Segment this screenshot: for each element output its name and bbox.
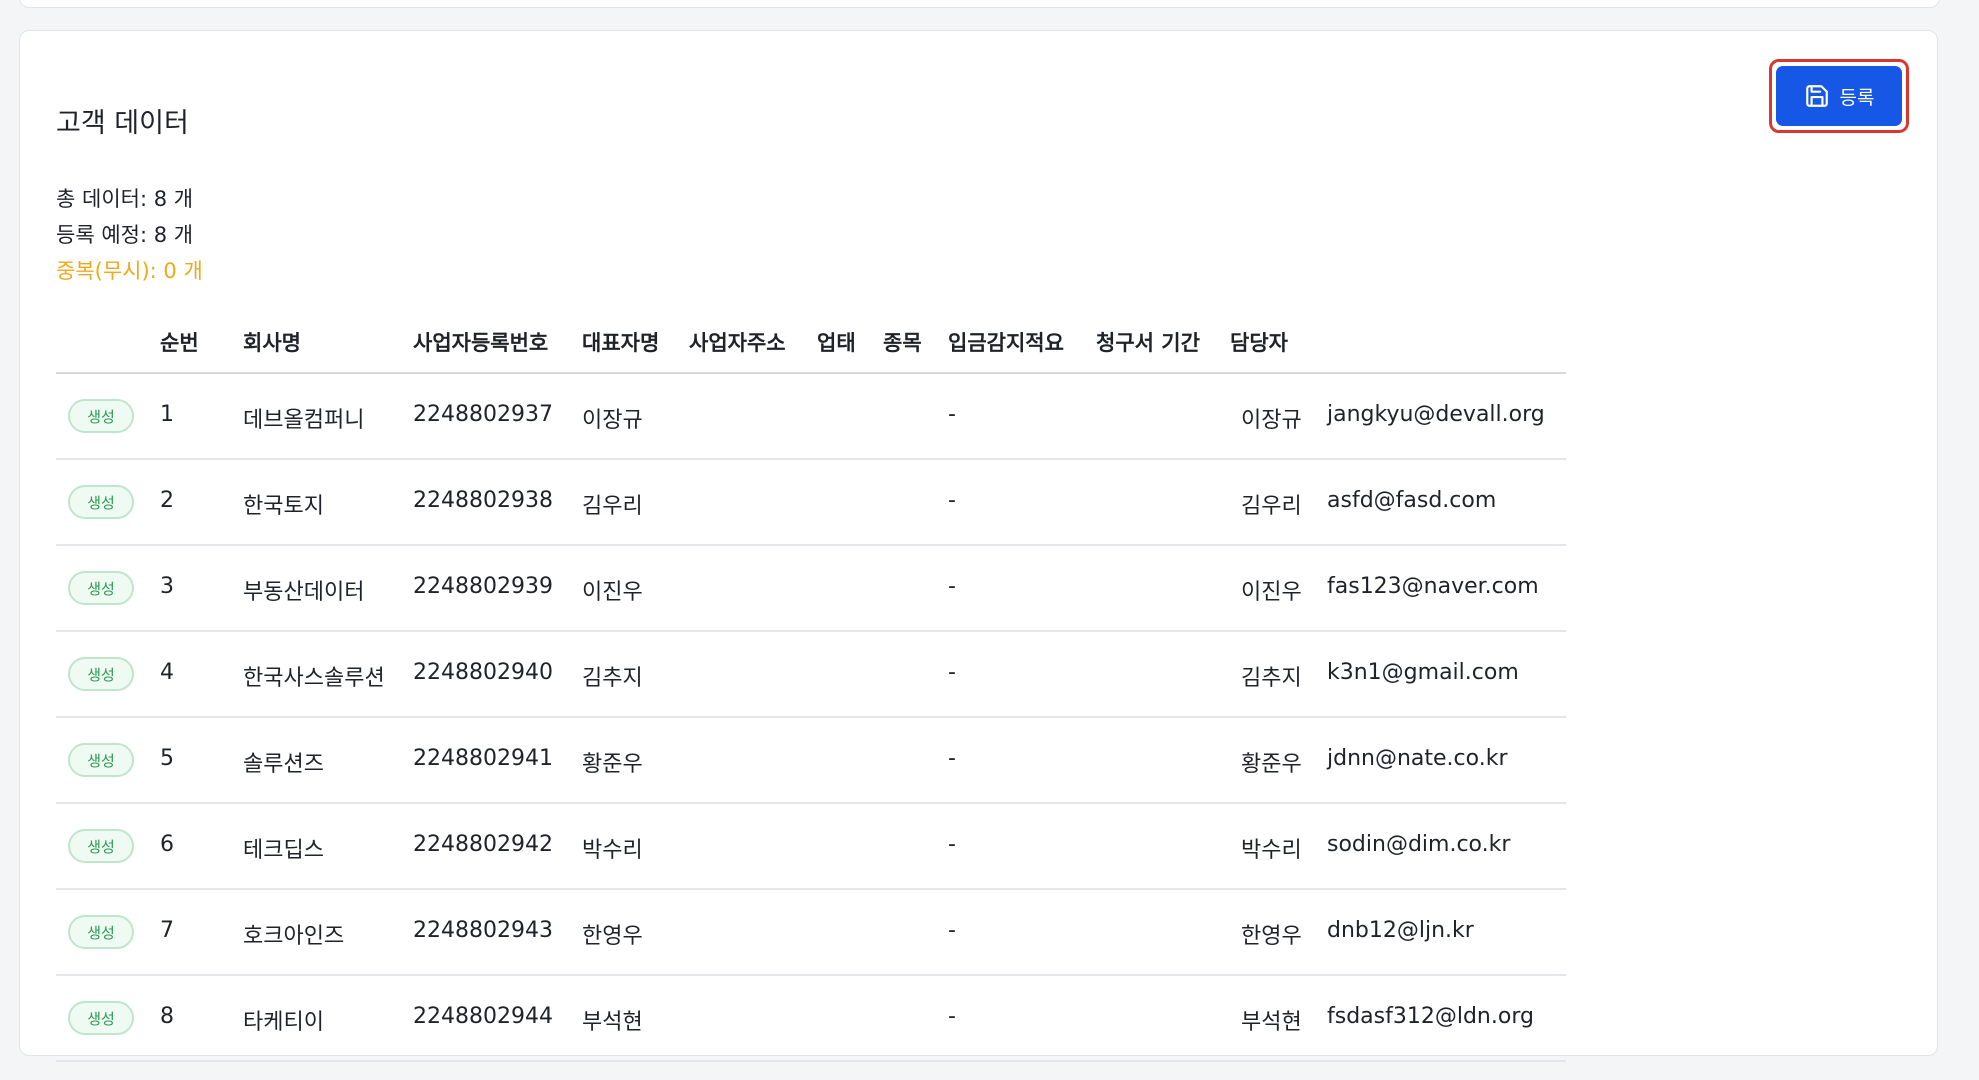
header-item: 종목 [883,331,922,355]
register-button[interactable]: 등록 [1776,66,1902,126]
cell-memo: - [948,832,956,857]
header-company: 회사명 [243,331,301,355]
status-badge: 생성 [68,829,134,863]
cell-memo: - [948,488,956,513]
table-row: 생성 3 부동산데이터 2248802939 이진우 - 이진우 fas123@… [56,546,1566,632]
cell-email: dnb12@ljn.kr [1327,918,1474,943]
cell-company: 데브올컴퍼니 [243,408,365,433]
previous-card [19,0,1940,8]
status-badge: 생성 [68,743,134,777]
cell-memo: - [948,1004,956,1029]
cell-rep: 부석현 [582,1010,643,1035]
customer-table: 순번 회사명 사업자등록번호 대표자명 사업자주소 업태 종목 입금감지적요 청… [56,313,1566,1062]
header-rep: 대표자명 [582,331,660,355]
cell-memo: - [948,746,956,771]
cell-manager: 김우리 [1241,494,1302,519]
cell-rep: 황준우 [582,752,643,777]
cell-seq: 1 [160,402,174,427]
cell-biz-no: 2248802940 [413,660,553,685]
cell-rep: 김추지 [582,666,643,691]
cell-company: 한국사스솔루션 [243,666,385,691]
status-badge: 생성 [68,399,134,433]
cell-rep: 이진우 [582,580,643,605]
cell-company: 타케티이 [243,1010,324,1035]
cell-email: fsdasf312@ldn.org [1327,1004,1534,1029]
header-address: 사업자주소 [689,331,786,355]
register-button-label: 등록 [1839,86,1875,109]
cell-rep: 박수리 [582,838,643,863]
cell-email: k3n1@gmail.com [1327,660,1519,685]
cell-manager: 김추지 [1241,666,1302,691]
cell-manager: 부석현 [1241,1010,1302,1035]
cell-company: 호크아인즈 [243,924,345,949]
cell-manager: 황준우 [1241,752,1302,777]
table-row: 생성 7 호크아인즈 2248802943 한영우 - 한영우 dnb12@lj… [56,890,1566,976]
table-row: 생성 5 솔루션즈 2248802941 황준우 - 황준우 jdnn@nate… [56,718,1566,804]
duplicate-count: 중복(무시): 0 개 [56,259,203,283]
table-row: 생성 4 한국사스솔루션 2248802940 김추지 - 김추지 k3n1@g… [56,632,1566,718]
cell-rep: 한영우 [582,924,643,949]
cell-seq: 8 [160,1004,174,1029]
status-badge: 생성 [68,485,134,519]
table-header: 순번 회사명 사업자등록번호 대표자명 사업자주소 업태 종목 입금감지적요 청… [56,313,1566,374]
cell-biz-no: 2248802944 [413,1004,553,1029]
cell-company: 부동산데이터 [243,580,365,605]
save-icon [1804,83,1830,109]
cell-seq: 6 [160,832,174,857]
status-badge: 생성 [68,1001,134,1035]
cell-company: 솔루션즈 [243,752,324,777]
status-badge: 생성 [68,571,134,605]
section-title: 고객 데이터 [56,108,189,139]
stats-summary: 총 데이터: 8 개 등록 예정: 8 개 중복(무시): 0 개 [56,181,203,289]
cell-seq: 3 [160,574,174,599]
cell-manager: 한영우 [1241,924,1302,949]
cell-memo: - [948,918,956,943]
cell-biz-no: 2248802939 [413,574,553,599]
cell-email: sodin@dim.co.kr [1327,832,1511,857]
cell-biz-no: 2248802943 [413,918,553,943]
customer-data-card: 고객 데이터 등록 총 데이터: 8 개 등록 예정: 8 개 중복(무시): … [19,30,1938,1062]
cell-company: 테크딥스 [243,838,324,863]
cell-rep: 이장규 [582,408,643,433]
cell-seq: 7 [160,918,174,943]
table-row: 생성 8 타케티이 2248802944 부석현 - 부석현 fsdasf312… [56,976,1566,1062]
status-badge: 생성 [68,657,134,691]
table-row: 생성 6 테크딥스 2248802942 박수리 - 박수리 sodin@dim… [56,804,1566,890]
header-manager: 담당자 [1230,331,1288,355]
cell-seq: 2 [160,488,174,513]
cell-manager: 이장규 [1241,408,1302,433]
cell-rep: 김우리 [582,494,643,519]
header-biz-type: 업태 [817,331,856,355]
header-biz-no: 사업자등록번호 [413,331,549,355]
pending-count: 등록 예정: 8 개 [56,223,194,247]
header-period: 청구서 기간 [1096,331,1200,355]
table-row: 생성 2 한국토지 2248802938 김우리 - 김우리 asfd@fasd… [56,460,1566,546]
cell-manager: 박수리 [1241,838,1302,863]
cell-memo: - [948,660,956,685]
cell-company: 한국토지 [243,494,324,519]
cell-biz-no: 2248802938 [413,488,553,513]
cell-email: jdnn@nate.co.kr [1327,746,1508,771]
cell-email: fas123@naver.com [1327,574,1539,599]
table-row: 생성 1 데브올컴퍼니 2248802937 이장규 - 이장규 jangkyu… [56,374,1566,460]
cell-manager: 이진우 [1241,580,1302,605]
total-count: 총 데이터: 8 개 [56,187,194,211]
register-button-highlight: 등록 [1769,59,1909,133]
cell-seq: 5 [160,746,174,771]
status-badge: 생성 [68,915,134,949]
cell-biz-no: 2248802941 [413,746,553,771]
cell-biz-no: 2248802942 [413,832,553,857]
cell-email: jangkyu@devall.org [1327,402,1545,427]
cell-email: asfd@fasd.com [1327,488,1497,513]
cell-memo: - [948,574,956,599]
header-memo: 입금감지적요 [948,331,1064,355]
cell-memo: - [948,402,956,427]
cell-biz-no: 2248802937 [413,402,553,427]
header-seq: 순번 [160,331,199,355]
cell-seq: 4 [160,660,174,685]
